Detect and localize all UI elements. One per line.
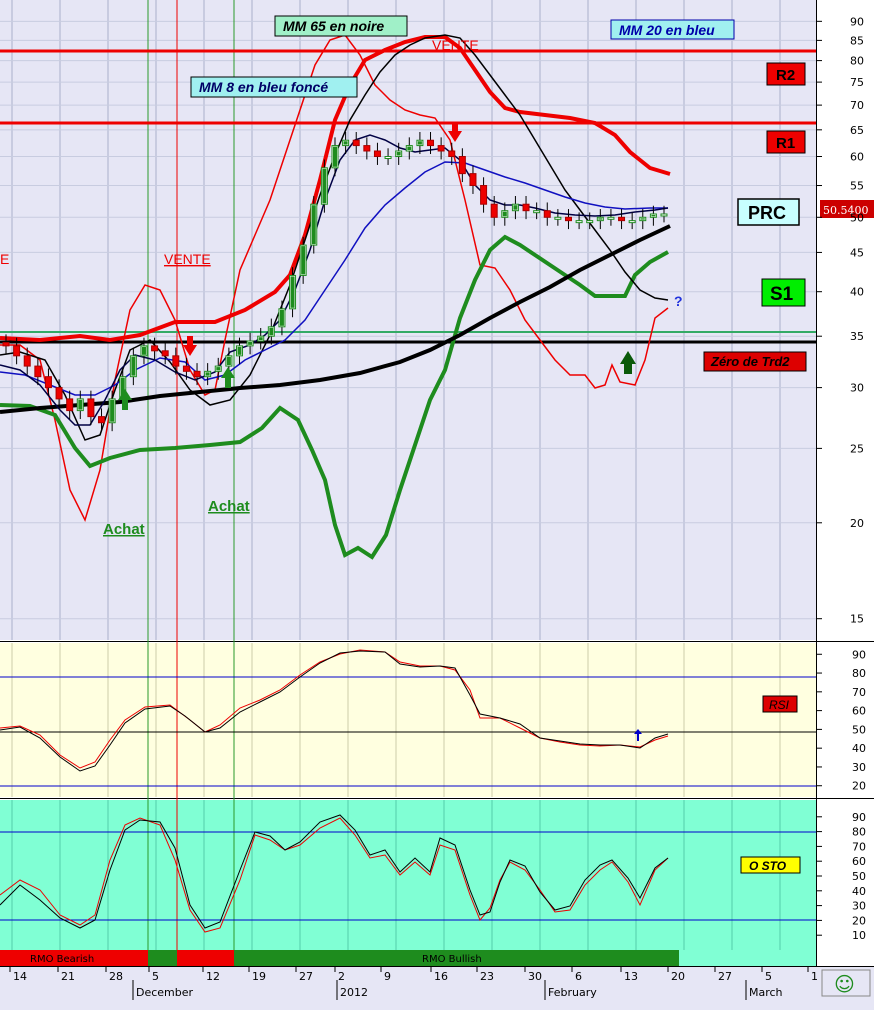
- vente-label-top: VENTE: [432, 37, 479, 53]
- svg-text:☺: ☺: [834, 972, 855, 996]
- price-tick-label: 50: [850, 211, 864, 224]
- date-tick-label: 30: [528, 970, 542, 983]
- sto-tick-label: 80: [852, 826, 866, 839]
- rmo-bullish-bar-1: [148, 950, 177, 966]
- date-tick-label: 27: [299, 970, 313, 983]
- r2-label: R2: [776, 67, 795, 84]
- sto-tick-label: 20: [852, 914, 866, 927]
- smiley-icon[interactable]: ☺: [821, 969, 871, 997]
- sto-tick-label: 90: [852, 811, 866, 824]
- price-tick-label: 35: [850, 330, 864, 343]
- rsi-tick-label: 60: [852, 705, 866, 718]
- month-label: December: [136, 986, 194, 999]
- sto-tick-label: 70: [852, 840, 866, 853]
- date-tick-label: 6: [575, 970, 582, 983]
- sto-tick-label: 30: [852, 900, 866, 913]
- sto-tick-label: 40: [852, 885, 866, 898]
- date-tick-label: 20: [671, 970, 685, 983]
- rmo-empty: [679, 950, 816, 966]
- price-tick-label: 40: [850, 286, 864, 299]
- date-tick-label: 13: [624, 970, 638, 983]
- price-tick-label: 75: [850, 76, 864, 89]
- sto-tick-label: 50: [852, 870, 866, 883]
- vente-label-mid: VENTE: [164, 251, 211, 267]
- rsi-tick-label: 70: [852, 686, 866, 699]
- date-tick-label: 27: [718, 970, 732, 983]
- price-tick-label: 90: [850, 15, 864, 28]
- candle: [310, 195, 318, 254]
- rsi-tick-label: 40: [852, 742, 866, 755]
- stock-chart: MM 65 en noire MM 20 en bleu MM 8 en ble…: [0, 0, 874, 1010]
- date-tick-label: 16: [434, 970, 448, 983]
- mm65-label: MM 65 en noire: [283, 18, 384, 34]
- date-tick-label: 12: [206, 970, 220, 983]
- date-tick-label: 21: [61, 970, 75, 983]
- vente-label-left: E: [0, 251, 9, 267]
- question-mark: ?: [674, 293, 683, 309]
- date-tick-label: 1: [811, 970, 818, 983]
- sto-panel: [0, 800, 816, 950]
- date-tick-label: 19: [252, 970, 266, 983]
- price-panel: [0, 0, 816, 640]
- rsi-tick-label: 20: [852, 780, 866, 793]
- price-axis-strip: [816, 0, 874, 640]
- prc-label: PRC: [748, 203, 786, 223]
- zero-trd2-label: Zéro de Trd2: [710, 354, 790, 369]
- date-tick-label: 23: [480, 970, 494, 983]
- osto-label: O STO: [749, 859, 787, 873]
- date-tick-label: 14: [13, 970, 27, 983]
- price-tick-label: 60: [850, 151, 864, 164]
- rsi-tick-label: 80: [852, 667, 866, 680]
- price-tick-label: 20: [850, 517, 864, 530]
- sto-tick-label: 10: [852, 929, 866, 942]
- date-tick-label: 9: [384, 970, 391, 983]
- month-label: February: [548, 986, 597, 999]
- mm20-label: MM 20 en bleu: [619, 22, 715, 38]
- mm8-label: MM 8 en bleu foncé: [199, 79, 328, 95]
- date-tick-label: 2: [338, 970, 345, 983]
- rmo-bearish-label: RMO Bearish: [30, 954, 94, 965]
- month-label: 2012: [340, 986, 368, 999]
- date-tick-label: 5: [765, 970, 772, 983]
- sto-tick-label: 60: [852, 855, 866, 868]
- achat-label-2: Achat: [208, 498, 250, 515]
- price-tick-label: 65: [850, 124, 864, 137]
- date-tick-label: 5: [152, 970, 159, 983]
- price-tick-label: 55: [850, 180, 864, 193]
- rmo-bullish-label: RMO Bullish: [422, 954, 482, 965]
- price-tick-label: 85: [850, 34, 864, 47]
- price-tick-label: 15: [850, 613, 864, 626]
- rsi-tick-label: 50: [852, 723, 866, 736]
- rsi-label: RSI: [769, 698, 790, 712]
- rsi-tick-label: 90: [852, 648, 866, 661]
- candle: [320, 159, 328, 213]
- rmo-bearish-bar-2: [177, 950, 234, 966]
- price-tick-label: 30: [850, 382, 864, 395]
- price-tick-label: 45: [850, 246, 864, 259]
- achat-label-1: Achat: [103, 521, 145, 538]
- month-label: March: [749, 986, 783, 999]
- rsi-panel: [0, 643, 816, 797]
- r1-label: R1: [776, 135, 795, 152]
- date-tick-label: 28: [109, 970, 123, 983]
- rsi-tick-label: 30: [852, 761, 866, 774]
- price-tick-label: 25: [850, 442, 864, 455]
- price-tick-label: 70: [850, 99, 864, 112]
- s1-label: S1: [770, 284, 794, 305]
- price-tick-label: 80: [850, 55, 864, 68]
